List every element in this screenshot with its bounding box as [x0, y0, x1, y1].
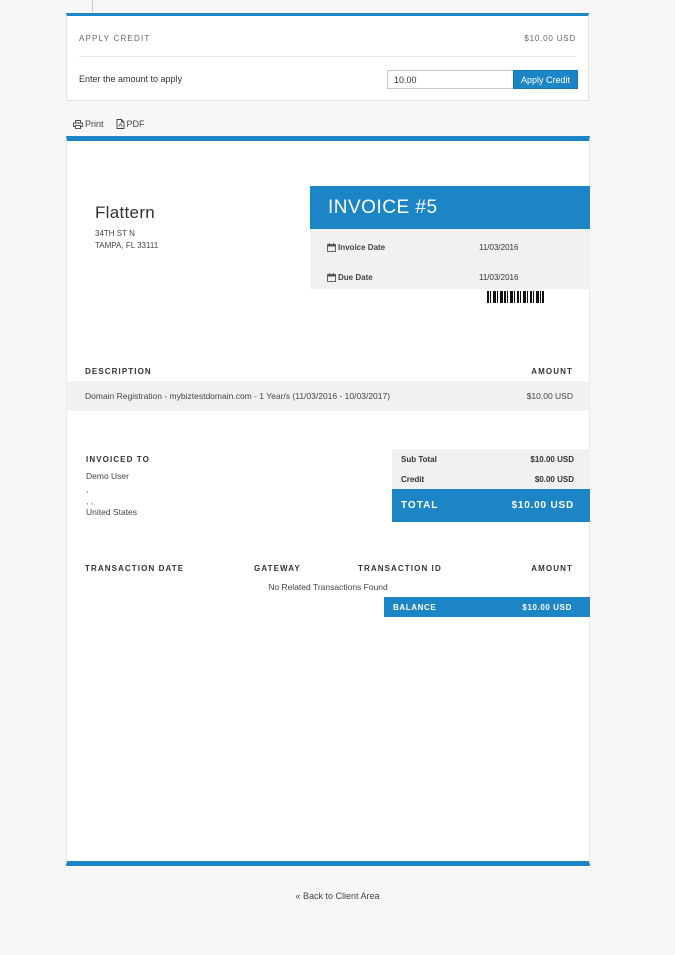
transaction-date-header: TRANSACTION DATE — [85, 564, 185, 573]
available-credit-amount: $10.00 USD — [524, 34, 576, 43]
subtotal-row: Sub Total $10.00 USD — [392, 449, 590, 469]
divider — [79, 56, 576, 57]
transaction-id-header: TRANSACTION ID — [358, 564, 442, 573]
total-label: TOTAL — [401, 500, 439, 511]
invoice-document: Flattern 34TH ST N TAMPA, FL 33111 INVOI… — [66, 136, 590, 866]
pdf-label: PDF — [126, 119, 145, 129]
subtotal-label: Sub Total — [401, 455, 437, 464]
totals-table: Sub Total $10.00 USD Credit $0.00 USD TO… — [392, 449, 590, 522]
no-transactions-message: No Related Transactions Found — [268, 582, 388, 592]
gateway-header: GATEWAY — [254, 564, 301, 573]
apply-credit-prompt: Enter the amount to apply — [79, 74, 183, 84]
due-date-label: Due Date — [338, 273, 373, 282]
subtotal-value: $10.00 USD — [530, 455, 574, 464]
company-name: Flattern — [95, 203, 156, 222]
company-address-line1: 34TH ST N — [95, 229, 135, 238]
calendar-icon — [327, 243, 336, 252]
amount-header: AMOUNT — [531, 367, 573, 376]
credit-row: Credit $0.00 USD — [392, 469, 590, 489]
invoiced-to-label: INVOICED TO — [86, 455, 150, 464]
apply-credit-button[interactable]: Apply Credit — [513, 70, 578, 89]
invoice-date-row: Invoice Date 11/03/2016 — [327, 243, 587, 261]
top-divider-line — [92, 0, 93, 12]
line-item-description: Domain Registration - mybiztestdomain.co… — [85, 391, 391, 401]
pdf-button[interactable]: PDF — [116, 119, 145, 129]
client-address-line: , — [86, 484, 89, 494]
credit-amount-input[interactable] — [387, 70, 513, 89]
client-name: Demo User — [86, 471, 129, 481]
balance-value: $10.00 USD — [522, 603, 572, 612]
client-address-line: , , — [86, 496, 94, 506]
invoice-title: INVOICE #5 — [310, 186, 590, 229]
company-address-line2: TAMPA, FL 33111 — [95, 241, 159, 250]
invoice-date-label: Invoice Date — [338, 243, 386, 252]
print-label: Print — [85, 119, 104, 129]
pdf-file-icon — [116, 119, 124, 129]
invoice-date-value: 11/03/2016 — [479, 243, 519, 252]
line-item-row: Domain Registration - mybiztestdomain.co… — [67, 381, 589, 411]
client-country: United States — [86, 507, 138, 517]
apply-credit-panel: APPLY CREDIT $10.00 USD Enter the amount… — [66, 13, 589, 101]
calendar-icon — [327, 273, 336, 282]
line-item-amount: $10.00 USD — [526, 391, 573, 401]
invoice-dates-panel: Invoice Date 11/03/2016 Due Date 11/03/2… — [310, 229, 590, 289]
balance-label: BALANCE — [393, 603, 437, 612]
total-row: TOTAL $10.00 USD — [392, 489, 590, 522]
back-to-client-area-link[interactable]: « Back to Client Area — [0, 891, 675, 901]
barcode-image — [487, 291, 544, 303]
credit-value: $0.00 USD — [534, 475, 574, 484]
credit-label: Credit — [401, 475, 425, 484]
invoice-toolbar: Print PDF — [73, 119, 145, 129]
print-button[interactable]: Print — [73, 119, 104, 129]
description-header: DESCRIPTION — [85, 367, 152, 376]
balance-row: BALANCE $10.00 USD — [384, 597, 590, 617]
apply-credit-title: APPLY CREDIT — [79, 34, 151, 43]
total-value: $10.00 USD — [511, 500, 574, 511]
printer-icon — [73, 119, 83, 129]
due-date-value: 11/03/2016 — [479, 273, 519, 282]
due-date-row: Due Date 11/03/2016 — [327, 273, 587, 291]
transaction-amount-header: AMOUNT — [531, 564, 573, 573]
